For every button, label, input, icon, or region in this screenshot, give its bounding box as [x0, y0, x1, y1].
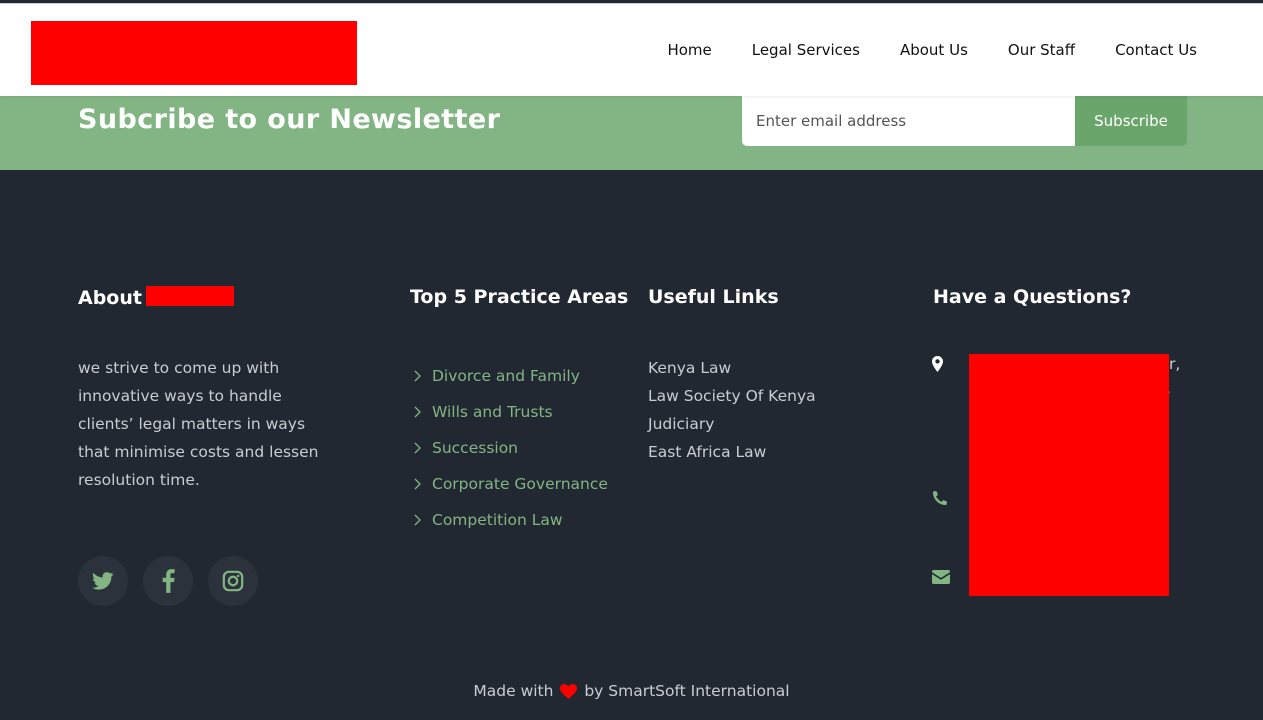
email-input[interactable] [742, 96, 1075, 146]
practice-item: Succession [410, 430, 608, 466]
phone-icon [933, 491, 947, 505]
heart-icon [560, 684, 578, 699]
about-name-redacted [145, 286, 234, 306]
nav-legal-services[interactable]: Legal Services [752, 41, 860, 59]
newsletter-band: Subcribe to our Newsletter Subscribe [0, 96, 1263, 170]
link-law-society[interactable]: Law Society Of Kenya [648, 387, 816, 405]
envelope-icon [932, 570, 950, 584]
list-item: Kenya Law [648, 354, 816, 382]
twitter-button[interactable] [78, 556, 128, 606]
address-text-peek: r, [1169, 355, 1181, 373]
nav-contact-us[interactable]: Contact Us [1115, 41, 1197, 59]
chevron-right-icon [414, 442, 421, 454]
site-logo-redacted[interactable] [31, 21, 357, 85]
link-east-africa-law[interactable]: East Africa Law [648, 443, 766, 461]
nav-our-staff[interactable]: Our Staff [1008, 41, 1075, 59]
credit-suffix: by SmartSoft International [584, 682, 790, 700]
useful-links-list: Kenya Law Law Society Of Kenya Judiciary… [648, 354, 816, 466]
contact-details-redacted [969, 354, 1169, 596]
instagram-icon [222, 570, 244, 592]
link-kenya-law[interactable]: Kenya Law [648, 359, 731, 377]
chevron-right-icon [414, 514, 421, 526]
practice-item: Divorce and Family [410, 358, 608, 394]
footer-credit: Made with by SmartSoft International [0, 682, 1263, 700]
practice-item: Corporate Governance [410, 466, 608, 502]
newsletter-form: Subscribe [742, 96, 1187, 146]
practice-item: Wills and Trusts [410, 394, 608, 430]
credit-prefix: Made with [473, 682, 554, 700]
subscribe-button[interactable]: Subscribe [1075, 96, 1187, 146]
practice-link-corporate[interactable]: Corporate Governance [432, 475, 608, 493]
chevron-right-icon [414, 478, 421, 490]
practice-link-succession[interactable]: Succession [432, 439, 518, 457]
list-item: Law Society Of Kenya [648, 382, 816, 410]
about-heading: About [78, 286, 234, 309]
site-header: Home Legal Services About Us Our Staff C… [0, 4, 1263, 96]
list-item: East Africa Law [648, 438, 816, 466]
practice-heading: Top 5 Practice Areas [410, 286, 629, 308]
nav-about-us[interactable]: About Us [900, 41, 968, 59]
practice-link-wills[interactable]: Wills and Trusts [432, 403, 553, 421]
practice-link-competition[interactable]: Competition Law [432, 511, 563, 529]
twitter-icon [92, 572, 114, 590]
chevron-right-icon [414, 406, 421, 418]
main-nav: Home Legal Services About Us Our Staff C… [627, 41, 1197, 59]
chevron-right-icon [414, 370, 421, 382]
nav-home[interactable]: Home [667, 41, 711, 59]
about-text: we strive to come up with innovative way… [78, 359, 319, 489]
list-item: Judiciary [648, 410, 816, 438]
link-judiciary[interactable]: Judiciary [648, 415, 714, 433]
instagram-button[interactable] [208, 556, 258, 606]
practice-list: Divorce and Family Wills and Trusts Succ… [410, 358, 608, 538]
facebook-icon [162, 569, 175, 593]
practice-link-divorce[interactable]: Divorce and Family [432, 367, 580, 385]
newsletter-title: Subcribe to our Newsletter [78, 104, 501, 135]
map-marker-icon [932, 356, 943, 372]
practice-item: Competition Law [410, 502, 608, 538]
about-heading-label: About [78, 287, 142, 309]
useful-links-heading: Useful Links [648, 286, 779, 308]
questions-heading: Have a Questions? [933, 286, 1132, 308]
facebook-button[interactable] [143, 556, 193, 606]
